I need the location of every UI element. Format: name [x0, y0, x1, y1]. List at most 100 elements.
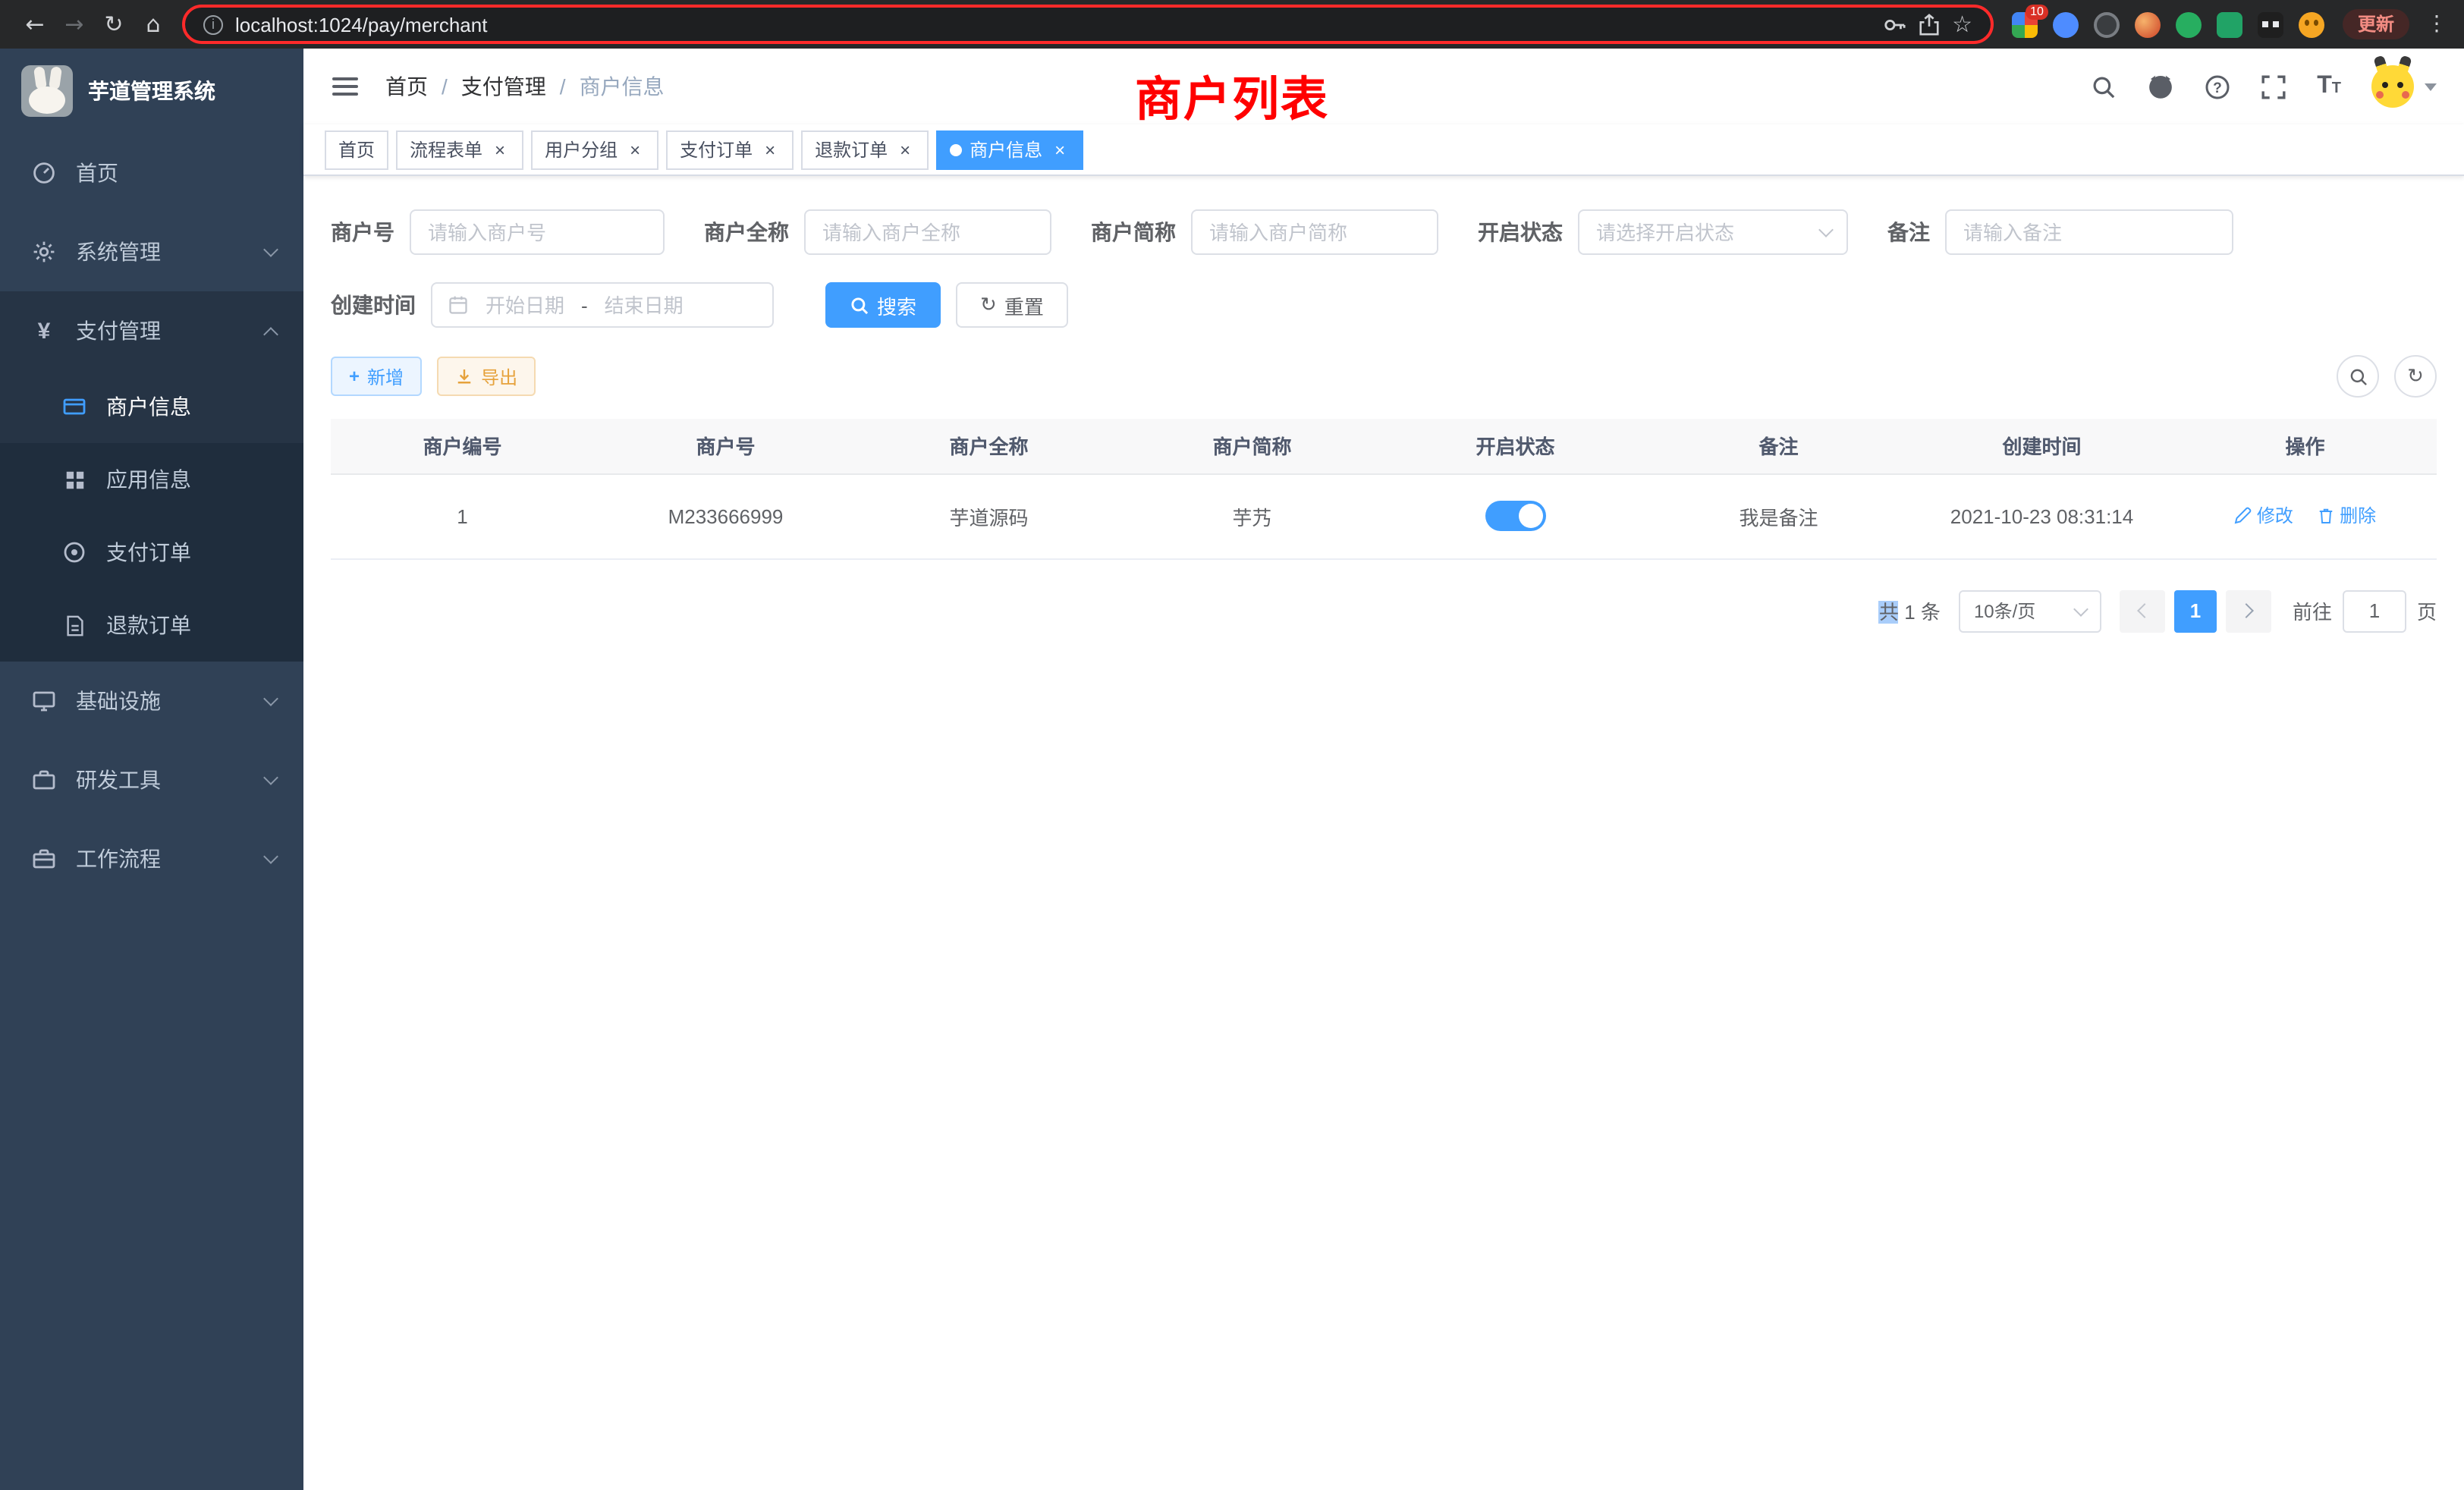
hamburger-icon[interactable] — [303, 49, 385, 124]
browser-home-icon[interactable]: ⌂ — [134, 11, 173, 38]
share-icon[interactable] — [1917, 13, 1940, 36]
sidebar-item-home[interactable]: 首页 — [0, 134, 303, 212]
delete-button[interactable]: 删除 — [2317, 503, 2376, 529]
cell-status — [1384, 473, 1647, 558]
extension-icon-7[interactable] — [2258, 11, 2283, 37]
browser-menu-icon[interactable]: ⋮ — [2425, 12, 2449, 36]
sm-eye — [2305, 19, 2309, 25]
prev-page-button[interactable] — [2120, 589, 2165, 632]
close-icon[interactable]: × — [760, 139, 780, 160]
tab-home[interactable]: 首页 — [325, 130, 388, 169]
chevron-down-icon — [2073, 601, 2088, 616]
start-date-input[interactable] — [478, 294, 572, 316]
briefcase-icon — [30, 845, 58, 872]
user-menu[interactable] — [2371, 65, 2437, 108]
sidebar-item-merchant-info[interactable]: 商户信息 — [0, 370, 303, 443]
table-header-row: 商户编号 商户号 商户全称 商户简称 开启状态 备注 创建时间 操作 — [331, 419, 2437, 473]
yen-icon: ¥ — [30, 317, 58, 344]
breadcrumb-separator: / — [560, 74, 566, 99]
github-icon[interactable] — [2147, 73, 2174, 100]
toolbar-left: + 新增 导出 — [331, 357, 536, 396]
tab-pay-order[interactable]: 支付订单 × — [666, 130, 794, 169]
table-row: 1 M233666999 芋道源码 芋艿 我是备注 2021-10-23 08:… — [331, 473, 2437, 558]
close-icon[interactable]: × — [625, 139, 645, 160]
extension-icon-6[interactable] — [2217, 11, 2242, 37]
refresh-table-button[interactable]: ↻ — [2394, 355, 2437, 398]
remark-input[interactable] — [1945, 209, 2233, 255]
sidebar-logo[interactable]: 芋道管理系统 — [0, 49, 303, 134]
address-bar[interactable]: i localhost:1024/pay/merchant ☆ — [182, 5, 1994, 44]
url-text[interactable]: localhost:1024/pay/merchant — [235, 13, 487, 36]
sidebar-item-workflow[interactable]: 工作流程 — [0, 819, 303, 898]
col-merchant-id: 商户编号 — [331, 419, 594, 473]
tab-label: 商户信息 — [970, 137, 1042, 162]
extension-icon-3[interactable] — [2094, 11, 2120, 37]
status-select[interactable] — [1578, 209, 1848, 255]
extension-icon-1[interactable]: 10 — [2012, 11, 2038, 37]
goto-page: 前往 页 — [2293, 589, 2437, 632]
status-select-input[interactable] — [1578, 209, 1848, 255]
sidebar-item-pay-order[interactable]: 支付订单 — [0, 516, 303, 589]
hamburger-line — [332, 77, 357, 80]
next-page-button[interactable] — [2226, 589, 2271, 632]
close-icon[interactable]: × — [1050, 139, 1070, 160]
extension-icon-5[interactable] — [2176, 11, 2202, 37]
sidebar-item-payment[interactable]: ¥ 支付管理 — [0, 291, 303, 370]
add-button[interactable]: + 新增 — [331, 357, 422, 396]
browser-forward-icon[interactable]: → — [55, 11, 94, 38]
app-title: 芋道管理系统 — [88, 76, 215, 106]
date-range-picker[interactable]: - — [431, 282, 774, 328]
reset-button[interactable]: ↻ 重置 — [956, 282, 1068, 328]
fullscreen-icon[interactable] — [2261, 74, 2286, 99]
close-icon[interactable]: × — [490, 139, 510, 160]
breadcrumb-home[interactable]: 首页 — [385, 71, 428, 102]
goto-page-input[interactable] — [2343, 589, 2406, 632]
reset-button-label: 重置 — [1004, 291, 1044, 319]
merchant-table: 商户编号 商户号 商户全称 商户简称 开启状态 备注 创建时间 操作 1 — [331, 419, 2437, 559]
sidebar-item-refund-order[interactable]: 退款订单 — [0, 589, 303, 662]
col-merchant-no: 商户号 — [594, 419, 857, 473]
browser-back-icon[interactable]: ← — [15, 11, 55, 38]
extension-icon-2[interactable] — [2053, 11, 2079, 37]
help-icon[interactable]: ? — [2205, 74, 2230, 99]
tab-process-form[interactable]: 流程表单 × — [396, 130, 523, 169]
profile-avatar-icon[interactable] — [2299, 11, 2324, 37]
total-text: 共 1 条 — [1879, 596, 1941, 625]
page-number-1[interactable]: 1 — [2174, 589, 2217, 632]
close-icon[interactable]: × — [895, 139, 915, 160]
edit-button[interactable]: 修改 — [2234, 503, 2293, 529]
extension-icon-4[interactable] — [2135, 11, 2161, 37]
toggle-search-button[interactable] — [2337, 355, 2379, 398]
sidebar-item-system[interactable]: 系统管理 — [0, 212, 303, 291]
plus-icon: + — [349, 366, 360, 387]
search-button[interactable]: 搜索 — [825, 282, 941, 328]
grid-icon — [61, 466, 88, 493]
merchant-name-input[interactable] — [804, 209, 1051, 255]
site-info-icon[interactable]: i — [203, 14, 223, 34]
breadcrumb-payment[interactable]: 支付管理 — [461, 71, 546, 102]
add-button-label: 新增 — [367, 363, 404, 389]
target-circle-icon — [61, 539, 88, 566]
password-key-icon[interactable] — [1882, 13, 1905, 36]
tab-refund-order[interactable]: 退款订单 × — [801, 130, 929, 169]
browser-reload-icon[interactable]: ↻ — [94, 11, 134, 38]
sidebar-item-devtools[interactable]: 研发工具 — [0, 740, 303, 819]
status-toggle[interactable] — [1485, 501, 1546, 531]
end-date-input[interactable] — [597, 294, 691, 316]
user-avatar[interactable] — [2371, 65, 2414, 108]
merchant-short-input[interactable] — [1191, 209, 1438, 255]
page-size-select[interactable]: 10条/页 — [1959, 589, 2101, 632]
sidebar-item-app-info[interactable]: 应用信息 — [0, 443, 303, 516]
font-size-icon[interactable]: TT — [2317, 73, 2341, 100]
sidebar-item-infra[interactable]: 基础设施 — [0, 662, 303, 740]
export-button[interactable]: 导出 — [437, 357, 536, 396]
tab-merchant-info[interactable]: 商户信息 × — [936, 130, 1083, 169]
app-frame: 芋道管理系统 首页 系统管理 ¥ 支付管理 — [0, 49, 2464, 1490]
merchant-no-input[interactable] — [410, 209, 665, 255]
search-icon[interactable] — [2091, 74, 2117, 99]
tab-user-group[interactable]: 用户分组 × — [531, 130, 658, 169]
sidebar-item-label: 支付订单 — [106, 537, 191, 567]
bookmark-star-icon[interactable]: ☆ — [1952, 11, 1972, 38]
browser-update-button[interactable]: 更新 — [2343, 9, 2409, 39]
col-status: 开启状态 — [1384, 419, 1647, 473]
